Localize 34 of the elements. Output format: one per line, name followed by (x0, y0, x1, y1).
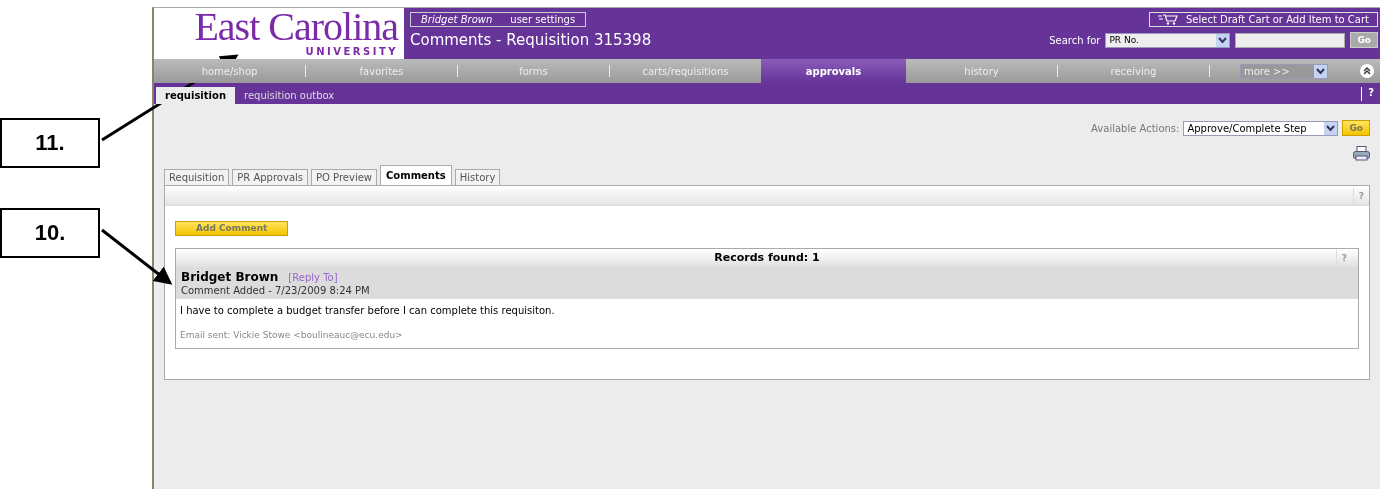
document-tab[interactable]: PR Approvals (232, 169, 308, 185)
caret-icon[interactable] (1216, 33, 1230, 47)
printer-icon[interactable] (1353, 146, 1370, 161)
logo-subtext: UNIVERSITY (305, 46, 398, 57)
nav-tab[interactable]: approvals (761, 59, 906, 83)
document-tab[interactable]: Requisition (164, 169, 230, 185)
callout-label: 11. (0, 118, 100, 168)
caret-icon[interactable] (1324, 121, 1338, 135)
document-tab[interactable]: Comments (380, 165, 452, 185)
page-title: Comments - Requisition 315398 (410, 31, 653, 49)
user-name: Bridget Brown (421, 14, 493, 25)
search-type-select[interactable]: PR No. (1105, 32, 1231, 48)
records-count: Records found: 1 (714, 251, 820, 264)
actions-select[interactable]: Approve/Complete Step (1183, 120, 1339, 136)
sub-tab[interactable]: requisition (156, 87, 235, 104)
actions-label: Available Actions: (1091, 122, 1180, 134)
document-tab[interactable]: PO Preview (311, 169, 378, 185)
cart-icon (1158, 14, 1178, 25)
comment-text: I have to complete a budget transfer before I can complete this requisiton. (180, 304, 556, 316)
search-field[interactable] (1235, 32, 1346, 48)
caret-icon[interactable] (1314, 64, 1327, 78)
callout-arrow (101, 228, 173, 285)
callout-label: 10. (0, 208, 100, 258)
document-tab[interactable]: History (454, 169, 501, 185)
search-label: Search for (1049, 34, 1101, 46)
comment-author: Bridget Brown (181, 269, 279, 284)
email-note: Email sent: Vickie Stowe <boulineauc@ecu.edu> (180, 329, 404, 340)
collapse-icon[interactable] (1360, 64, 1374, 78)
help-link[interactable]: ? (1361, 86, 1380, 101)
sub-tab[interactable]: requisition outbox (235, 87, 344, 104)
user-settings-link[interactable]: user settings (510, 14, 576, 25)
comment-date: Comment Added - 7/23/2009 8:24 PM (181, 284, 371, 296)
logo-text: East Carolina (194, 8, 398, 46)
cart-button[interactable]: Select Draft Cart or Add Item to Cart (1149, 12, 1378, 27)
